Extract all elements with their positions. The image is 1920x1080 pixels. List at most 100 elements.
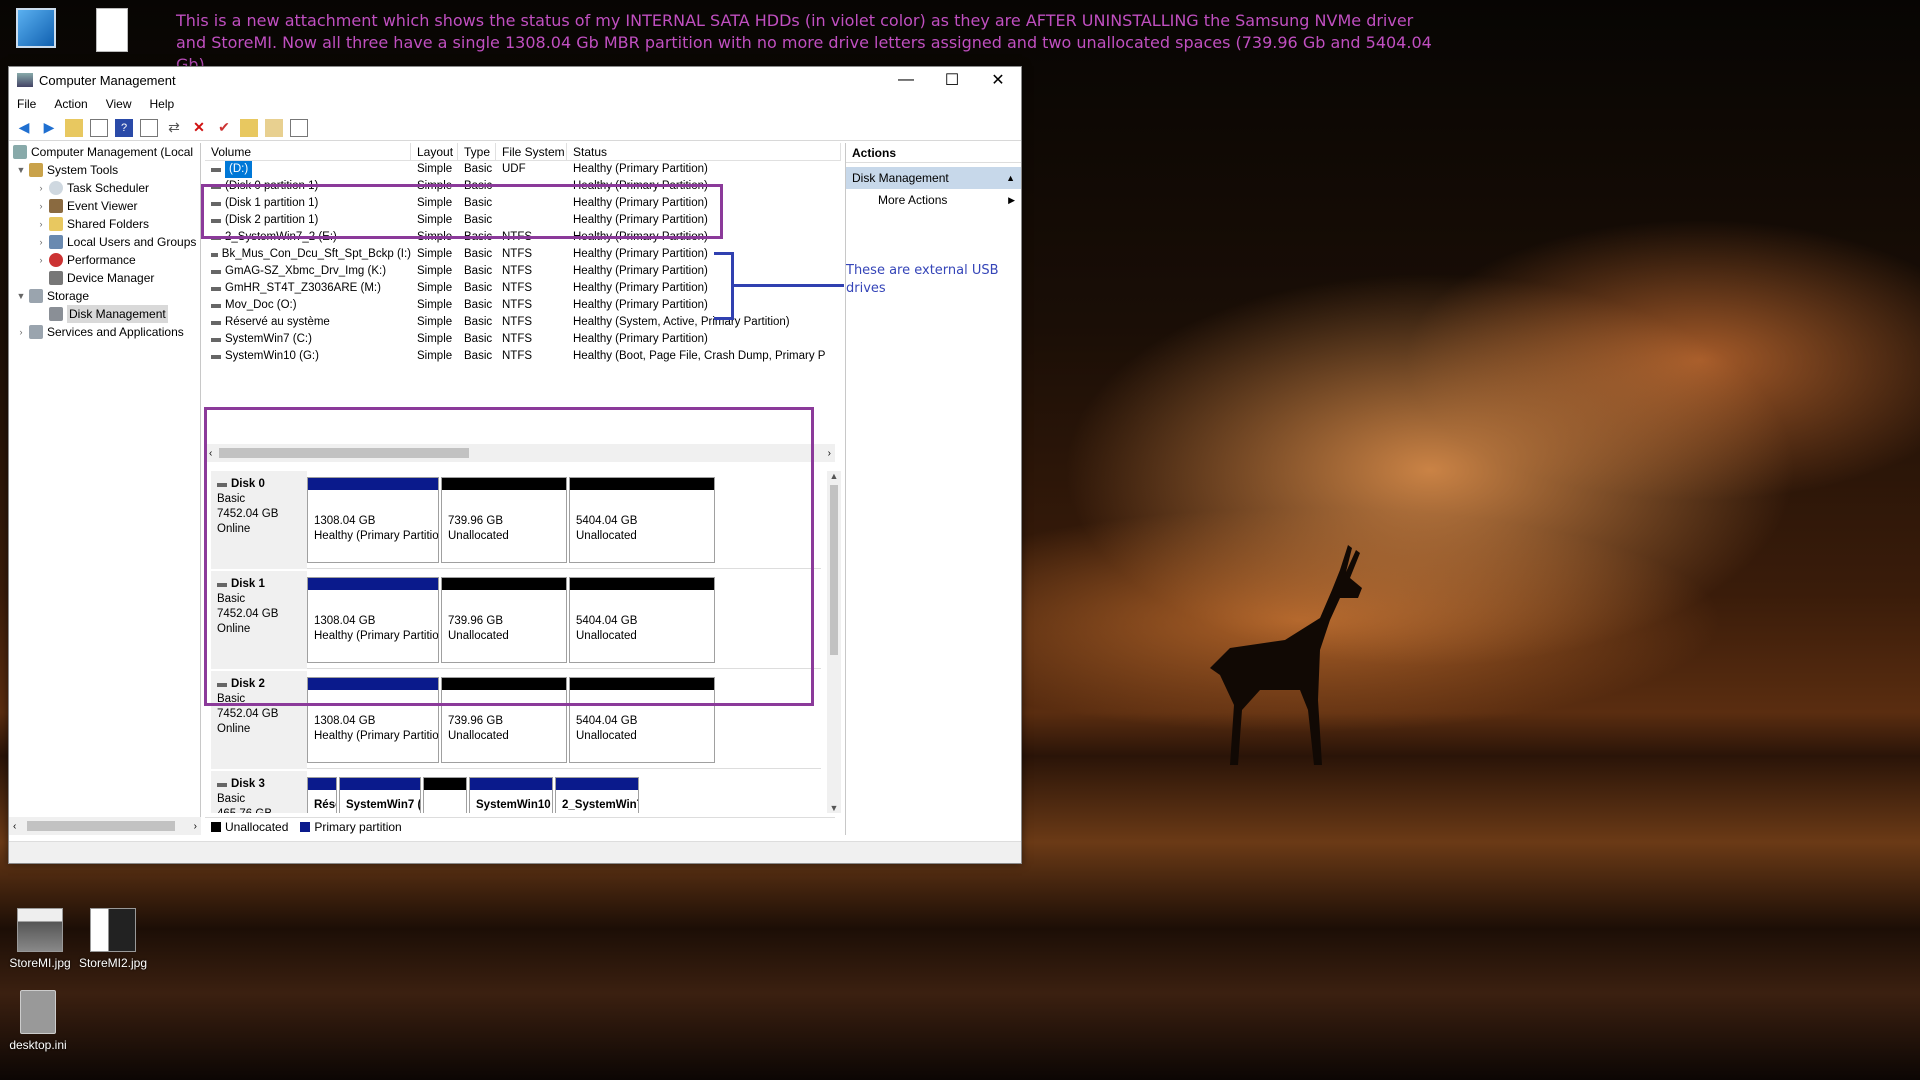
file-system-cell: NTFS	[502, 316, 533, 328]
tree-item-disk-management[interactable]: Disk Management	[9, 305, 200, 323]
partition-type-bar	[340, 778, 420, 790]
volume-row[interactable]: GmAG-SZ_Xbmc_Drv_Img (K:) Simple Basic NTFS…	[205, 263, 841, 280]
partition-block[interactable]: 651 MBUnalloc	[423, 777, 467, 813]
disk-size: 465.76 GB	[217, 807, 301, 813]
forward-icon[interactable]: ▶	[40, 119, 58, 137]
menu-view[interactable]: View	[106, 97, 132, 111]
disk-icon	[217, 783, 227, 787]
volume-row[interactable]: Réservé au système Simple Basic NTFS Healthy…	[205, 314, 841, 331]
tree-item-task-scheduler[interactable]: › Task Scheduler	[9, 179, 200, 197]
tree-item-system-tools[interactable]: ▼ System Tools	[9, 161, 200, 179]
search-folder-icon[interactable]	[265, 118, 283, 137]
check-icon[interactable]: ✔	[215, 119, 233, 137]
more-actions-item[interactable]: More Actions ▶	[846, 189, 1021, 211]
disk-info[interactable]: Disk 3Basic465.76 GBOnline	[211, 771, 307, 813]
expand-icon[interactable]: ▼	[15, 287, 27, 305]
volume-row[interactable]: SystemWin7 (C:) Simple Basic NTFS Healthy (P…	[205, 331, 841, 348]
volume-row[interactable]: (D:) Simple Basic UDF Healthy (Primary Parti…	[205, 161, 841, 178]
menu-file[interactable]: File	[17, 97, 36, 111]
delete-icon[interactable]: ✕	[190, 119, 208, 137]
partition-block[interactable]: Rése86 MHeal	[307, 777, 337, 813]
show-hide-tree-icon[interactable]	[90, 118, 108, 137]
tree-item-root[interactable]: Computer Management (Local	[9, 143, 200, 161]
volume-row[interactable]: SystemWin10 (G:) Simple Basic NTFS Healthy (…	[205, 348, 841, 365]
scroll-down-icon[interactable]: ▼	[827, 803, 841, 813]
properties-icon[interactable]	[140, 118, 158, 137]
collapse-icon[interactable]: ▲	[1006, 167, 1015, 189]
type-cell: Basic	[464, 333, 493, 345]
partition-block[interactable]: 2_SystemWin7_2115.53 GB NTFSHealthy (Pri…	[555, 777, 639, 813]
navigation-tree: Computer Management (Local ▼ System Tool…	[9, 143, 201, 835]
disk-size: 7452.04 GB	[217, 708, 279, 720]
column-header-layout[interactable]: Layout	[411, 143, 458, 160]
volume-row[interactable]: GmHR_ST4T_Z3036ARE (M:) Simple Basic NTFS He…	[205, 280, 841, 297]
desktop-icon-file[interactable]	[82, 8, 142, 56]
scroll-right-icon[interactable]: ›	[828, 448, 831, 459]
maximize-button[interactable]: ☐	[929, 67, 975, 93]
up-folder-icon[interactable]	[65, 118, 83, 137]
tree-label: Local Users and Groups	[67, 235, 197, 249]
tree-item-performance[interactable]: › Performance	[9, 251, 200, 269]
tree-item-storage[interactable]: ▼ Storage	[9, 287, 200, 305]
column-header-file-system[interactable]: File System	[496, 143, 567, 160]
partition-block[interactable]: SystemWin10 (174.76 GB NTFSHealthy (Boot…	[469, 777, 553, 813]
close-button[interactable]: ✕	[975, 67, 1021, 93]
partition-type-bar	[308, 778, 336, 790]
back-icon[interactable]: ◀	[15, 119, 33, 137]
tree-item-event-viewer[interactable]: › Event Viewer	[9, 197, 200, 215]
tree-item-device-manager[interactable]: Device Manager	[9, 269, 200, 287]
expand-icon[interactable]: ▼	[15, 161, 27, 179]
desktop-icon-storemi2[interactable]: StoreMI2.jpg	[73, 908, 153, 970]
desktop-icon-storemi[interactable]: StoreMI.jpg	[0, 908, 80, 970]
menu-action[interactable]: Action	[54, 97, 87, 111]
layout-cell: Simple	[417, 299, 453, 311]
type-cell: Basic	[464, 163, 493, 175]
desktop-icon-desktop-ini[interactable]: desktop.ini	[0, 990, 78, 1052]
scroll-up-icon[interactable]: ▲	[827, 471, 841, 481]
expand-icon[interactable]: ›	[35, 215, 47, 233]
expand-icon[interactable]: ›	[35, 179, 47, 197]
partition-title: 2_SystemWin7_2	[562, 799, 638, 811]
column-header-status[interactable]: Status	[567, 143, 841, 160]
annotation-usb-note: These are external USB drives	[846, 263, 999, 296]
actions-group-disk-management[interactable]: Disk Management ▲	[846, 167, 1021, 189]
title-bar[interactable]: Computer Management — ☐ ✕	[9, 67, 1021, 93]
tree-item-services-apps[interactable]: › Services and Applications	[9, 323, 200, 341]
tree-label: Computer Management (Local	[31, 145, 194, 159]
list-view-icon[interactable]	[290, 118, 308, 137]
scroll-right-icon[interactable]: ›	[194, 821, 197, 832]
expand-icon[interactable]: ›	[35, 197, 47, 215]
desktop-icon-computer[interactable]	[6, 8, 66, 52]
file-system-cell: NTFS	[502, 299, 533, 311]
help-icon[interactable]: ?	[115, 118, 133, 137]
partition-block[interactable]: SystemWin7 (C:174.75 GB NTFSHealthy (Pri…	[339, 777, 421, 813]
connect-icon[interactable]: ⇄	[165, 119, 183, 137]
expand-icon[interactable]: ›	[35, 233, 47, 251]
status-cell: Healthy (Primary Partition)	[573, 163, 708, 175]
status-cell: Healthy (Primary Partition)	[573, 282, 708, 294]
disk-view-vertical-scrollbar[interactable]: ▲ ▼	[827, 471, 841, 813]
volume-row[interactable]: Mov_Doc (O:) Simple Basic NTFS Healthy (Prim…	[205, 297, 841, 314]
image-thumbnail-icon	[17, 908, 63, 952]
folder-icon[interactable]	[240, 118, 258, 137]
volume-row[interactable]: Bk_Mus_Con_Dcu_Sft_Spt_Bckp (I:) Simple Ba…	[205, 246, 841, 263]
tree-horizontal-scrollbar[interactable]: ‹ ›	[9, 817, 201, 835]
partition-text: SystemWin10 (174.76 GB NTFSHealthy (Boot…	[470, 790, 552, 813]
tree-item-local-users[interactable]: › Local Users and Groups	[9, 233, 200, 251]
scroll-left-icon[interactable]: ‹	[13, 821, 16, 832]
minimize-button[interactable]: —	[883, 67, 929, 93]
scroll-thumb[interactable]	[830, 485, 838, 655]
volume-name: GmHR_ST4T_Z3036ARE (M:)	[225, 282, 381, 294]
expand-icon[interactable]: ›	[15, 323, 27, 341]
column-header-volume[interactable]: Volume	[205, 143, 411, 160]
disk-row[interactable]: Disk 3Basic465.76 GBOnlineRése86 MHealSy…	[211, 771, 821, 813]
expand-icon[interactable]: ›	[35, 251, 47, 269]
storage-icon	[29, 289, 43, 303]
tree-label: Disk Management	[67, 305, 168, 323]
menu-help[interactable]: Help	[150, 97, 175, 111]
volume-cell: GmHR_ST4T_Z3036ARE (M:)	[205, 280, 411, 297]
tree-item-shared-folders[interactable]: › Shared Folders	[9, 215, 200, 233]
legend-swatch-primary	[300, 821, 311, 832]
column-header-type[interactable]: Type	[458, 143, 496, 160]
scroll-thumb[interactable]	[27, 821, 175, 831]
